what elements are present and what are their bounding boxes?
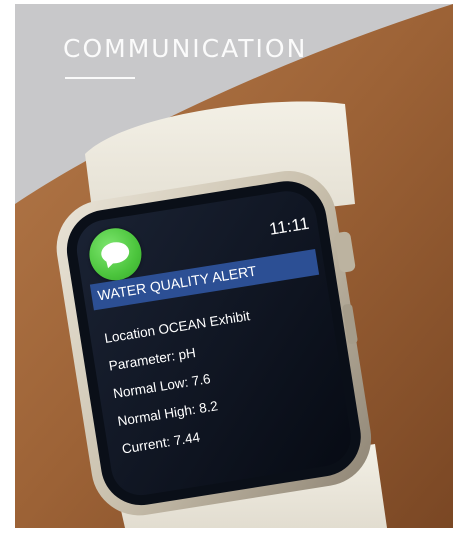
- watch-screen: 11:11 WATER QUALITY ALERT Location OCEAN…: [61, 177, 367, 514]
- section-title: COMMUNICATION: [63, 34, 308, 63]
- messages-icon: [85, 224, 146, 285]
- watch-time: 11:11: [267, 213, 311, 239]
- photo: COMMUNICATION 11:11 WATER QUALITY ALERT …: [15, 4, 453, 528]
- title-underline: [65, 77, 135, 79]
- alert-details: Location OCEAN Exhibit Parameter: pH Nor…: [102, 302, 269, 463]
